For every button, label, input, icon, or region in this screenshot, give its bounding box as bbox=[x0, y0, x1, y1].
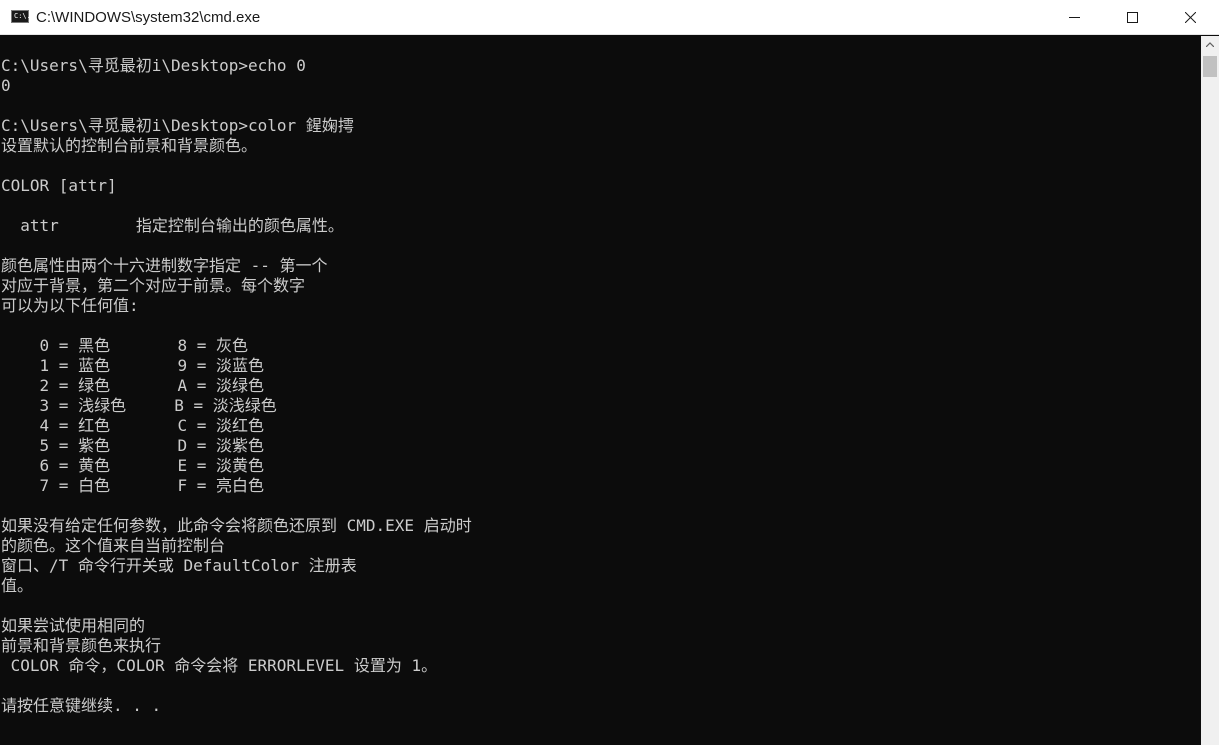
console-line: 颜色属性由两个十六进制数字指定 -- 第一个 bbox=[1, 256, 328, 275]
console-line: 值。 bbox=[1, 576, 34, 595]
maximize-icon bbox=[1127, 12, 1138, 23]
minimize-button[interactable] bbox=[1045, 0, 1103, 35]
minimize-icon bbox=[1069, 17, 1080, 18]
console-line: 前景和背景颜色来执行 bbox=[1, 636, 162, 655]
console-line: 如果尝试使用相同的 bbox=[1, 616, 146, 635]
console-lines: C:\Users\寻觅最初i\Desktop>echo 0 0 C:\Users\寻… bbox=[1, 56, 472, 716]
console-line: 可以为以下任何值: bbox=[1, 296, 139, 315]
console-line: 6 = 黄色 E = 淡黄色 bbox=[1, 456, 265, 475]
console-line: C:\Users\寻觅最初i\Desktop>echo 0 bbox=[1, 56, 306, 75]
cmd-window: C:\. C:\WINDOWS\system32\cmd.exe C:\User… bbox=[0, 0, 1219, 745]
title-bar[interactable]: C:\. C:\WINDOWS\system32\cmd.exe bbox=[0, 0, 1219, 35]
scroll-track[interactable] bbox=[1201, 78, 1219, 728]
scroll-down-button[interactable] bbox=[1201, 727, 1219, 745]
console-line: 的颜色。这个值来自当前控制台 bbox=[1, 536, 226, 555]
console-line: 0 bbox=[1, 76, 11, 95]
app-icon-glyph: C:\. bbox=[14, 12, 31, 20]
console-line: 2 = 绿色 A = 淡绿色 bbox=[1, 376, 265, 395]
console-line: 如果没有给定任何参数，此命令会将颜色还原到 CMD.EXE 启动时 bbox=[1, 516, 472, 535]
console-line: 0 = 黑色 8 = 灰色 bbox=[1, 336, 249, 355]
console-line: 请按任意键继续. . . bbox=[1, 696, 162, 715]
console-output[interactable]: C:\Users\寻觅最初i\Desktop>echo 0 0 C:\Users\寻… bbox=[0, 36, 1201, 745]
console-line: COLOR 命令，COLOR 命令会将 ERRORLEVEL 设置为 1。 bbox=[1, 656, 438, 675]
close-icon bbox=[1185, 12, 1196, 23]
console-line: 1 = 蓝色 9 = 淡蓝色 bbox=[1, 356, 265, 375]
scroll-up-button[interactable] bbox=[1201, 36, 1219, 54]
scroll-thumb[interactable] bbox=[1203, 56, 1217, 77]
scroll-up-arrow-icon bbox=[1206, 42, 1214, 47]
console-line: 4 = 红色 C = 淡红色 bbox=[1, 416, 265, 435]
window-title: C:\WINDOWS\system32\cmd.exe bbox=[36, 9, 261, 26]
maximize-button[interactable] bbox=[1103, 0, 1161, 35]
close-button[interactable] bbox=[1161, 0, 1219, 35]
console-line: 5 = 紫色 D = 淡紫色 bbox=[1, 436, 265, 455]
console-line: 设置默认的控制台前景和背景颜色。 bbox=[1, 136, 258, 155]
console-line: 3 = 浅绿色 B = 淡浅绿色 bbox=[1, 396, 277, 415]
console-line: C:\Users\寻觅最初i\Desktop>color 鍟婅摴 bbox=[1, 116, 354, 135]
console-line: attr 指定控制台输出的颜色属性。 bbox=[1, 216, 344, 235]
console-line: COLOR [attr] bbox=[1, 176, 117, 195]
console-line: 对应于背景，第二个对应于前景。每个数字 bbox=[1, 276, 306, 295]
console-line: 窗口、/T 命令行开关或 DefaultColor 注册表 bbox=[1, 556, 357, 575]
vertical-scrollbar[interactable] bbox=[1201, 36, 1219, 745]
console-line: 7 = 白色 F = 亮白色 bbox=[1, 476, 265, 495]
cmd-console-icon[interactable]: C:\. bbox=[11, 10, 31, 23]
